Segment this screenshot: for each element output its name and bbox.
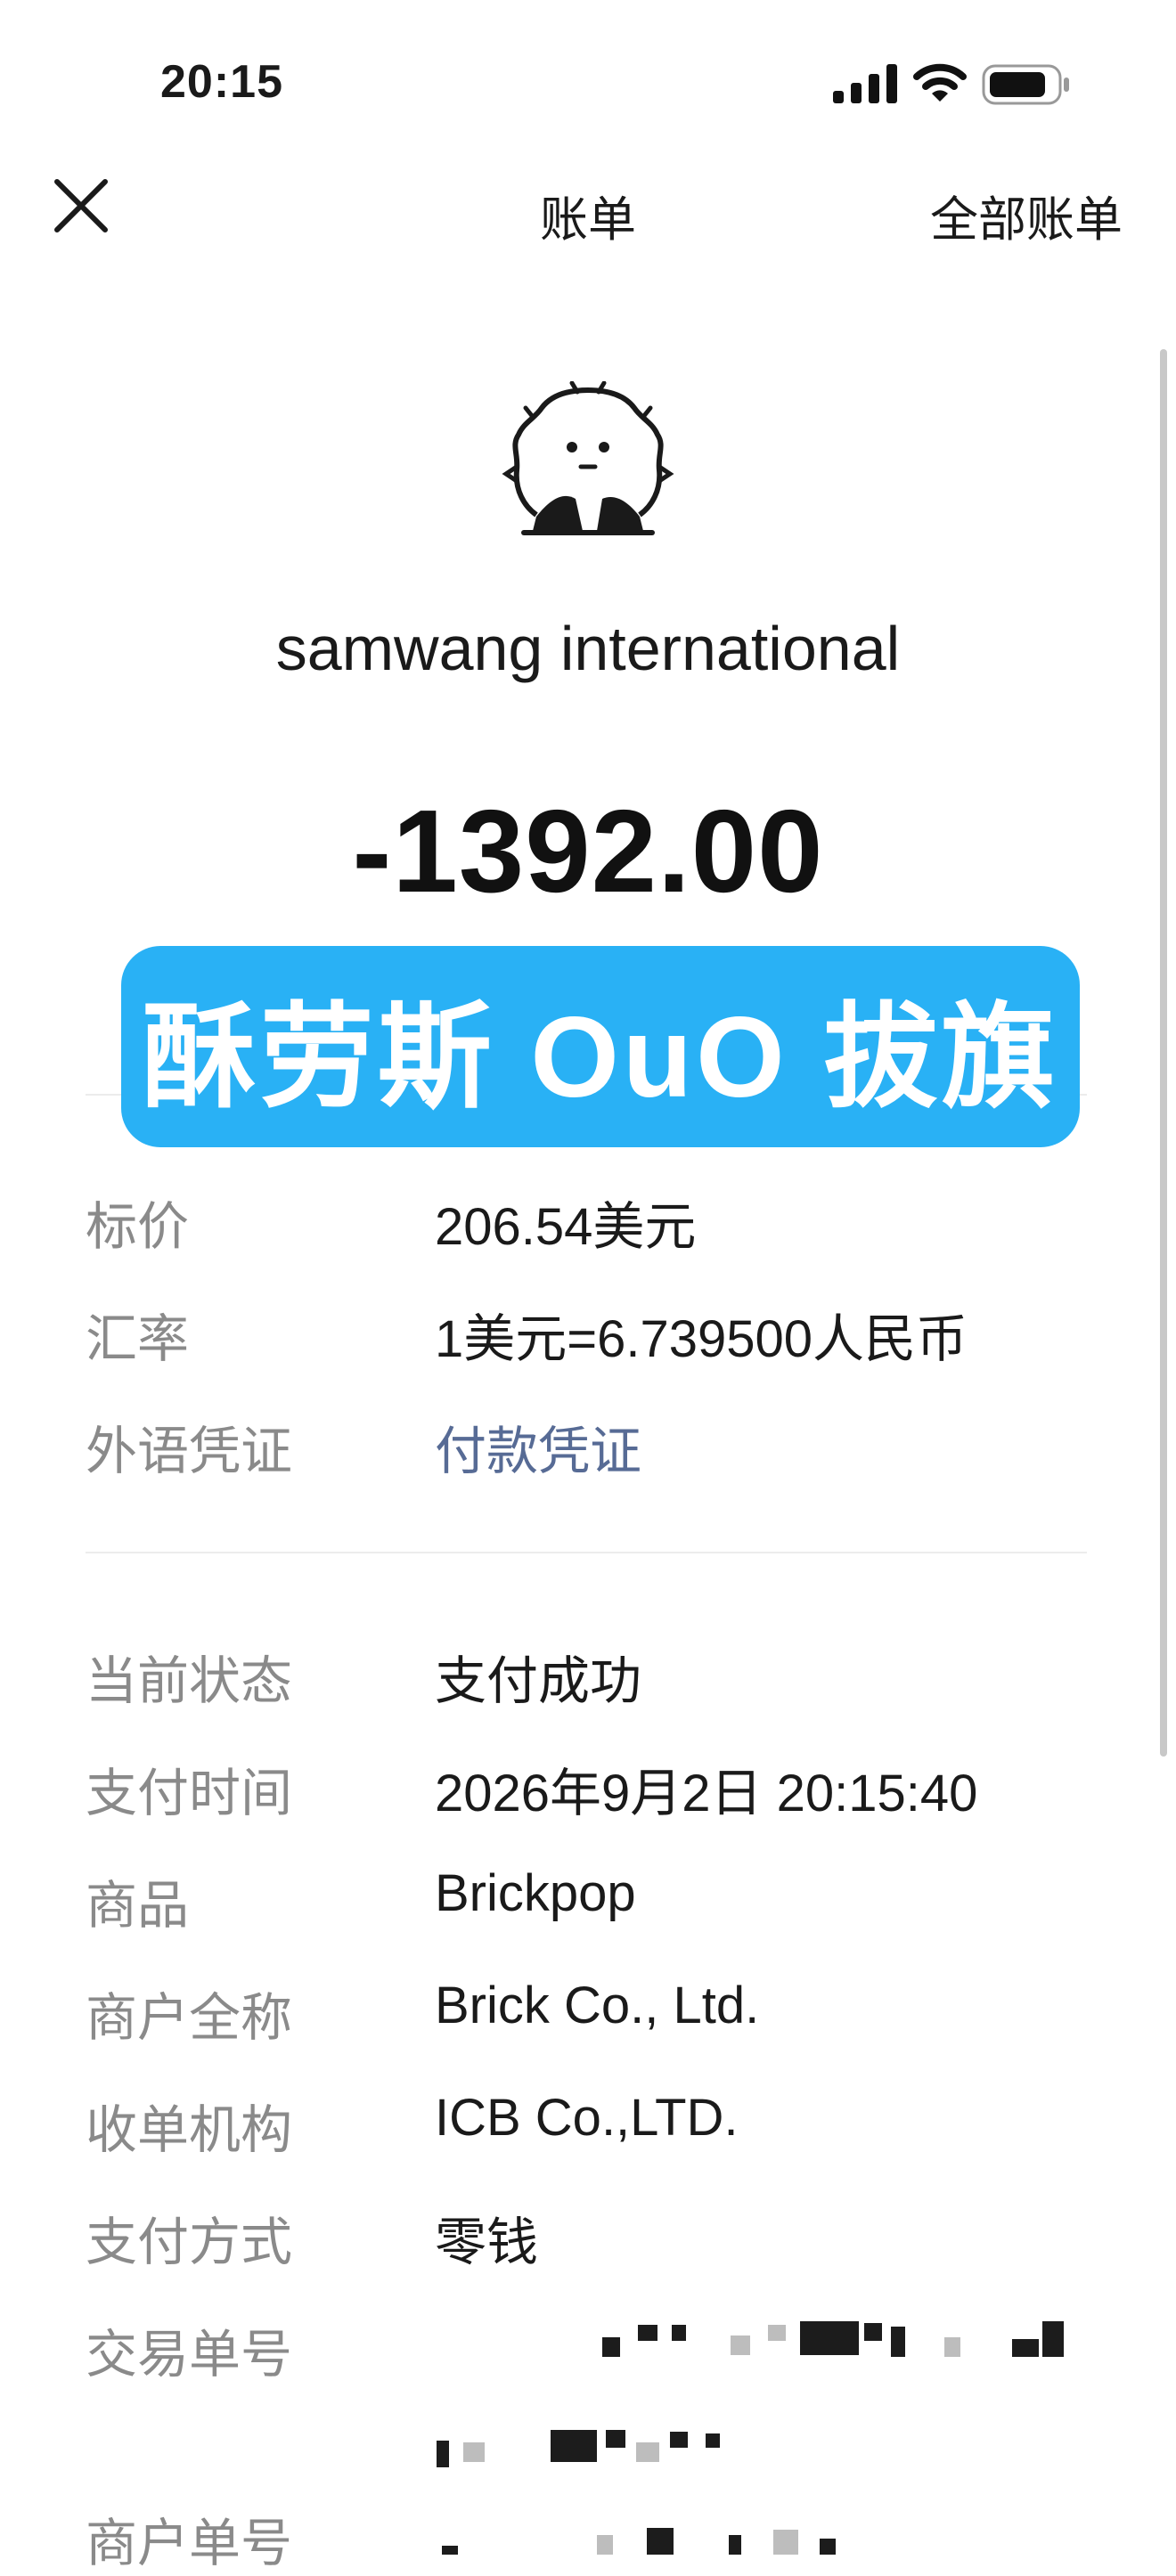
detail-value: 零钱 [435,2213,539,2271]
detail-row-status: 当前状态 支付成功 [86,1639,1092,1710]
detail-value: Brickpop [435,1864,636,1922]
detail-row-price: 标价 206.54美元 [86,1185,1092,1256]
detail-row-product: 商品 Brickpop [86,1863,1092,1935]
merchant-avatar [502,381,674,535]
scrollbar[interactable] [1160,349,1167,1757]
payment-amount: -1392.00 [352,786,824,917]
detail-label: 商户单号 [86,2515,293,2572]
detail-value: 支付成功 [435,1652,642,1710]
detail-label: 当前状态 [86,1652,293,1710]
detail-label: 交易单号 [86,2326,293,2384]
status-time: 20:15 [160,56,283,108]
detail-row-merchant-order-id: 商户单号 [86,2501,1092,2572]
wifi-icon [913,63,967,102]
detail-label: 支付方式 [86,2213,293,2271]
watermark-banner: 酥劳斯 OuO 拔旗 [121,946,1080,1147]
detail-row-exchange-rate: 汇率 1美元=6.739500人民币 [86,1297,1092,1368]
divider [86,1552,1087,1553]
battery-icon [982,64,1069,105]
detail-value: ICB Co.,LTD. [435,2089,739,2147]
detail-row-foreign-voucher: 外语凭证 付款凭证 [86,1409,1092,1480]
detail-label: 商品 [86,1877,190,1935]
detail-row-transaction-id: 交易单号 [86,2312,1092,2384]
detail-value: 1美元=6.739500人民币 [435,1310,968,1368]
status-bar: 20:15 [0,0,1176,151]
watermark-text: 酥劳斯 OuO 拔旗 [142,993,1059,1121]
detail-row-merchant-full-name: 商户全称 Brick Co., Ltd. [86,1976,1092,2047]
payment-voucher-link[interactable]: 付款凭证 [435,1409,641,1484]
detail-label: 外语凭证 [86,1423,293,1480]
detail-row-payment-method: 支付方式 零钱 [86,2200,1092,2271]
merchant-name: samwang international [275,614,901,683]
detail-label: 汇率 [86,1310,190,1368]
detail-label: 收单机构 [86,2101,293,2159]
detail-value: 206.54美元 [435,1198,697,1256]
detail-label: 支付时间 [86,1765,293,1822]
detail-value: 2026年9月2日 20:15:40 [435,1765,978,1822]
cellular-signal-icon [833,64,897,103]
detail-value: Brick Co., Ltd. [435,1977,760,2034]
detail-row-payment-time: 支付时间 2026年9月2日 20:15:40 [86,1751,1092,1822]
all-bills-link[interactable]: 全部账单 [930,180,1123,250]
detail-row-acquirer: 收单机构 ICB Co.,LTD. [86,2088,1092,2159]
detail-label: 商户全称 [86,1989,293,2047]
detail-label: 标价 [86,1198,190,1256]
